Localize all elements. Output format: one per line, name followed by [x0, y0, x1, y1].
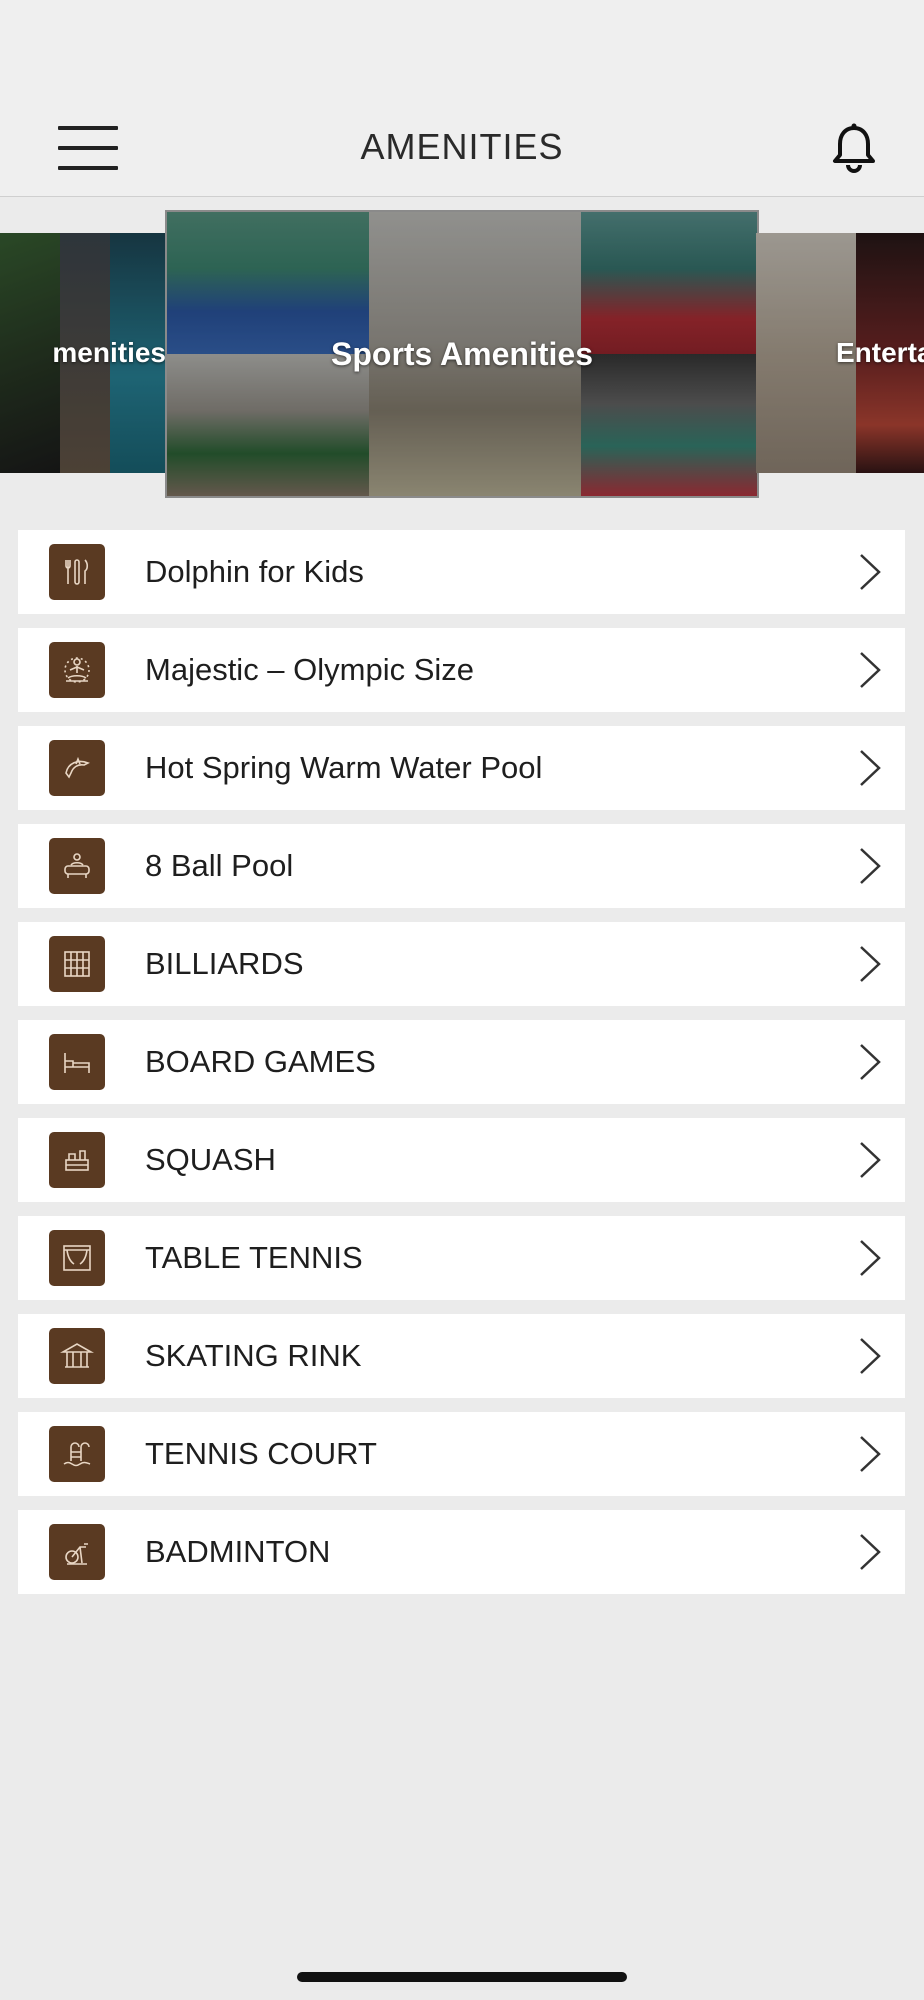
- pool-ladder-icon: [49, 1426, 105, 1482]
- amenity-category-carousel[interactable]: menities Sports Amenities Enterta: [0, 197, 924, 513]
- notification-bell-icon[interactable]: [826, 120, 882, 176]
- chevron-right-icon: [860, 652, 881, 688]
- chevron-right-icon: [860, 848, 881, 884]
- list-item-label: BILLIARDS: [145, 946, 304, 981]
- library-icon: [49, 936, 105, 992]
- carousel-card-label: Enterta: [836, 337, 924, 368]
- chevron-right-icon: [860, 1534, 881, 1570]
- kids-play-icon: [49, 1132, 105, 1188]
- list-item-label: TENNIS COURT: [145, 1436, 377, 1471]
- bed-icon: [49, 1034, 105, 1090]
- meditation-icon: [49, 642, 105, 698]
- list-item-billiards[interactable]: BILLIARDS: [18, 922, 905, 1006]
- list-item-tennis-court[interactable]: TENNIS COURT: [18, 1412, 905, 1496]
- carousel-card-label: menities: [52, 337, 166, 368]
- page-title: AMENITIES: [360, 126, 564, 167]
- chevron-right-icon: [860, 1338, 881, 1374]
- chevron-right-icon: [860, 1142, 881, 1178]
- list-item-label: BOARD GAMES: [145, 1044, 376, 1079]
- chevron-right-icon: [860, 1436, 881, 1472]
- status-bar: [0, 0, 924, 96]
- list-item-hot-spring-warm-water-pool[interactable]: Hot Spring Warm Water Pool: [18, 726, 905, 810]
- list-item-squash[interactable]: SQUASH: [18, 1118, 905, 1202]
- chevron-right-icon: [860, 1240, 881, 1276]
- theatre-icon: [49, 1230, 105, 1286]
- carousel-card-label: Sports Amenities: [331, 335, 593, 372]
- carousel-card-next[interactable]: Enterta: [756, 233, 924, 473]
- cutlery-icon: [49, 544, 105, 600]
- list-item-skating-rink[interactable]: SKATING RINK: [18, 1314, 905, 1398]
- list-item-majestic-olympic-size[interactable]: Majestic – Olympic Size: [18, 628, 905, 712]
- dolphin-icon: [49, 740, 105, 796]
- app-header: AMENITIES: [0, 96, 924, 197]
- chevron-right-icon: [860, 554, 881, 590]
- exercise-bike-icon: [49, 1524, 105, 1580]
- list-item-8-ball-pool[interactable]: 8 Ball Pool: [18, 824, 905, 908]
- list-item-label: BADMINTON: [145, 1534, 331, 1569]
- chevron-right-icon: [860, 750, 881, 786]
- carousel-card-sports-amenities[interactable]: Sports Amenities: [165, 210, 759, 498]
- gazebo-icon: [49, 1328, 105, 1384]
- list-item-label: Dolphin for Kids: [145, 554, 364, 589]
- list-item-label: TABLE TENNIS: [145, 1240, 363, 1275]
- list-item-badminton[interactable]: BADMINTON: [18, 1510, 905, 1594]
- list-item-label: Majestic – Olympic Size: [145, 652, 475, 687]
- list-item-table-tennis[interactable]: TABLE TENNIS: [18, 1216, 905, 1300]
- carousel-card-previous[interactable]: menities: [0, 233, 168, 473]
- list-item-label: SKATING RINK: [145, 1338, 362, 1373]
- list-item-label: SQUASH: [145, 1142, 276, 1177]
- list-item-dolphin-for-kids[interactable]: Dolphin for Kids: [18, 530, 905, 614]
- home-indicator[interactable]: [297, 1972, 627, 1982]
- list-item-label: Hot Spring Warm Water Pool: [145, 750, 543, 785]
- chevron-right-icon: [860, 1044, 881, 1080]
- spa-icon: [49, 838, 105, 894]
- chevron-right-icon: [860, 946, 881, 982]
- list-item-label: 8 Ball Pool: [145, 848, 294, 883]
- list-item-board-games[interactable]: BOARD GAMES: [18, 1020, 905, 1104]
